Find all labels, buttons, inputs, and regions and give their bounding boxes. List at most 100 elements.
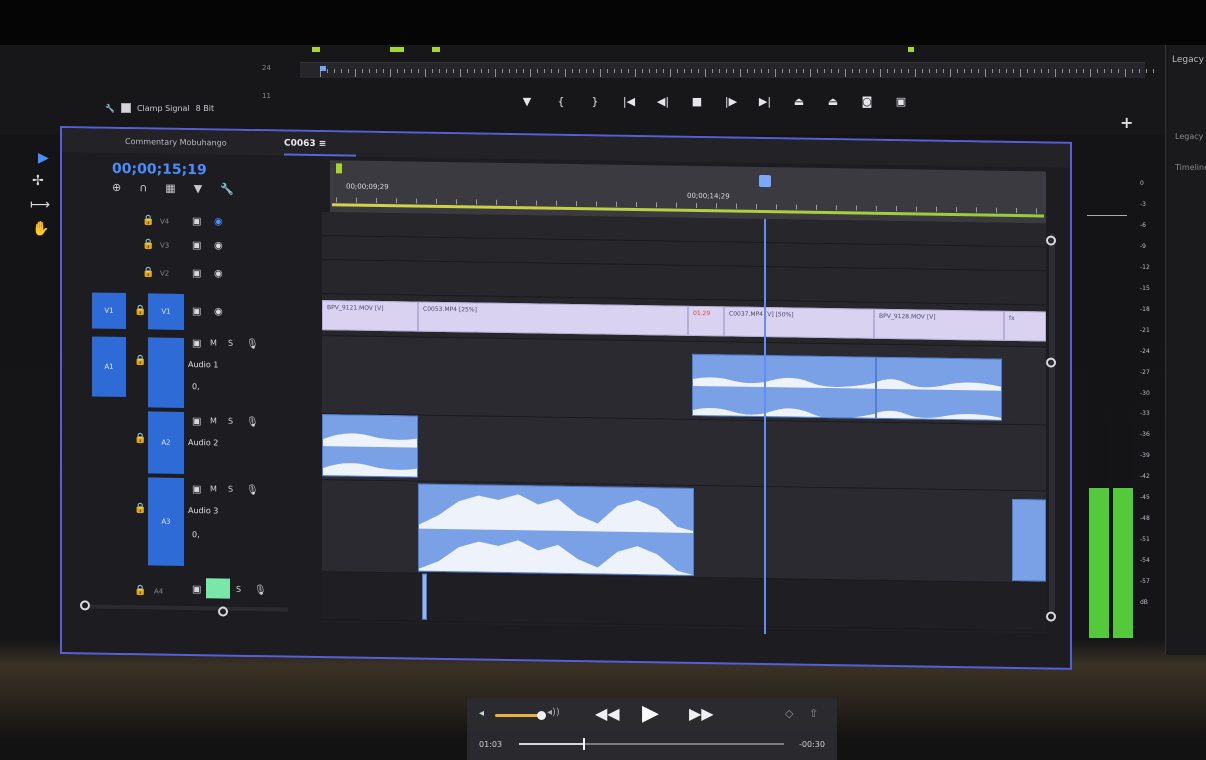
scrub-thumb[interactable]	[582, 738, 585, 750]
volume-thumb[interactable]	[537, 711, 546, 720]
lock-icon[interactable]: 🔒	[134, 355, 146, 366]
volume-high-icon[interactable]: ◂))	[547, 707, 560, 718]
share-icon[interactable]: ⇧	[809, 707, 818, 720]
clamp-signal-checkbox[interactable]	[120, 103, 131, 113]
scroll-knob[interactable]	[1046, 235, 1056, 246]
eye-icon[interactable]: ◉	[214, 240, 223, 251]
lock-icon[interactable]: 🔒	[142, 267, 154, 278]
source-playhead[interactable]	[320, 66, 326, 71]
track-volume[interactable]: 0,	[192, 382, 200, 391]
step-forward-icon[interactable]: |▶	[724, 95, 738, 108]
bit-depth-label[interactable]: 8 Bit	[196, 104, 214, 113]
sync-lock-icon[interactable]: ▣	[192, 268, 201, 279]
video-clip[interactable]: BPV_9121.MOV [V]	[322, 300, 418, 332]
audio-clip[interactable]	[1012, 498, 1046, 582]
comparison-view-icon[interactable]: ▣	[894, 95, 908, 108]
eye-icon[interactable]: ◉	[214, 306, 223, 317]
add-button[interactable]: +	[1120, 113, 1133, 132]
track-volume[interactable]: 0,	[192, 530, 200, 539]
scroll-knob[interactable]	[1046, 611, 1056, 622]
legacy-panel-title[interactable]: Legacy	[1172, 55, 1204, 65]
source-monitor-ruler[interactable]	[300, 62, 1154, 78]
hand-tool-icon[interactable]: ✋	[32, 221, 49, 237]
volume-low-icon[interactable]: ◂	[479, 708, 484, 719]
scroll-knob[interactable]	[218, 606, 228, 617]
eye-icon[interactable]: ◉	[214, 268, 223, 279]
lock-icon[interactable]: 🔒	[142, 239, 154, 250]
scrub-bar[interactable]	[519, 738, 784, 750]
volume-slider[interactable]	[495, 711, 546, 720]
play-button[interactable]: ▶	[642, 701, 659, 726]
audio-clip[interactable]	[418, 483, 694, 576]
wrench-icon[interactable]: 🔧	[105, 104, 115, 113]
snap-icon[interactable]: ∩	[139, 181, 147, 194]
playhead-line[interactable]	[763, 219, 766, 635]
go-to-in-icon[interactable]: |◀	[622, 95, 636, 108]
audio-clip[interactable]	[692, 353, 876, 419]
solo-icon[interactable]: S	[228, 417, 233, 426]
mic-icon[interactable]: 🎙	[246, 339, 259, 350]
settings-wrench-icon[interactable]: 🔧	[220, 183, 234, 196]
sync-lock-icon[interactable]: ▣	[192, 240, 201, 251]
mark-in-icon[interactable]: {	[554, 95, 568, 108]
mute-icon[interactable]: M	[210, 416, 217, 425]
marker-icon[interactable]: ▼	[520, 95, 534, 108]
solo-icon[interactable]: S	[236, 585, 241, 594]
video-clip-duration[interactable]: 01.29	[688, 305, 724, 337]
add-marker-icon[interactable]: ▼	[194, 182, 202, 195]
sync-lock-icon[interactable]: ▣	[192, 306, 201, 317]
scroll-knob[interactable]	[80, 600, 90, 611]
ripple-edit-icon[interactable]: ✢	[32, 173, 44, 189]
fast-forward-button[interactable]: ▶▶	[689, 704, 714, 723]
sync-lock-icon[interactable]: ▣	[192, 484, 201, 495]
stop-icon[interactable]: ■	[690, 95, 704, 108]
track-area[interactable]: BPV_9121.MOV [V] C0053.MP4 [25%] 01.29 C…	[322, 212, 1046, 634]
mic-icon[interactable]: 🎙	[254, 585, 267, 596]
mute-icon[interactable]: M	[210, 338, 217, 347]
selection-tool-icon[interactable]: ▶	[38, 150, 49, 166]
lock-icon[interactable]: 🔒	[134, 585, 146, 596]
audio-clip[interactable]	[322, 414, 418, 478]
tab-commentary[interactable]: Commentary Mobuhango	[125, 137, 227, 148]
lock-icon[interactable]: 🔒	[134, 503, 146, 514]
track-target-a2[interactable]: A2	[148, 411, 184, 474]
lock-icon[interactable]: 🔒	[142, 215, 154, 226]
sync-lock-icon[interactable]: ▣	[192, 216, 201, 227]
lock-icon[interactable]: 🔒	[134, 433, 146, 444]
source-patch-v1[interactable]: V1	[92, 292, 126, 330]
solo-icon[interactable]: S	[228, 485, 233, 494]
nest-icon[interactable]: ⊕	[112, 181, 121, 194]
video-clip[interactable]: BPV_9128.MOV [V]	[874, 308, 1004, 341]
audio-clip[interactable]	[876, 356, 1002, 421]
tab-sequence[interactable]: C0063 ≡	[284, 139, 326, 150]
playhead-timecode[interactable]: 00;00;15;19	[112, 161, 207, 178]
sync-lock-icon[interactable]: ▣	[192, 338, 201, 349]
source-patch-a1[interactable]: A1	[92, 336, 126, 398]
video-clip[interactable]: C0053.MP4 [25%]	[418, 301, 688, 336]
airplay-icon[interactable]: ◇	[785, 707, 793, 720]
go-to-out-icon[interactable]: ▶|	[758, 95, 772, 108]
mute-icon[interactable]: M	[210, 484, 217, 493]
camera-icon[interactable]: ◙	[860, 95, 874, 108]
slip-tool-icon[interactable]: ⟼	[30, 197, 50, 213]
vertical-scrollbar[interactable]	[1049, 233, 1055, 614]
mic-icon[interactable]: 🎙	[246, 485, 259, 496]
lift-icon[interactable]: ⏏	[792, 95, 806, 108]
mic-icon[interactable]: 🎙	[246, 417, 259, 428]
solo-icon[interactable]: S	[228, 339, 233, 348]
mute-toggle-active[interactable]	[206, 578, 230, 599]
audio-clip-sliver[interactable]	[422, 573, 427, 620]
lock-icon[interactable]: 🔒	[134, 305, 146, 316]
playhead-handle[interactable]	[758, 174, 771, 188]
sync-lock-icon[interactable]: ▣	[192, 584, 201, 595]
sync-lock-icon[interactable]: ▣	[192, 416, 201, 427]
scroll-knob[interactable]	[1046, 357, 1056, 368]
video-clip[interactable]: fx	[1004, 310, 1046, 342]
mark-out-icon[interactable]: }	[588, 95, 602, 108]
rewind-button[interactable]: ◀◀	[595, 704, 620, 723]
extract-icon[interactable]: ⏏	[826, 95, 840, 108]
eye-icon[interactable]: ◉	[214, 216, 223, 227]
track-target-v1[interactable]: V1	[148, 293, 184, 330]
track-target-a3[interactable]: A3	[148, 477, 184, 566]
track-target-a1[interactable]	[148, 337, 184, 408]
